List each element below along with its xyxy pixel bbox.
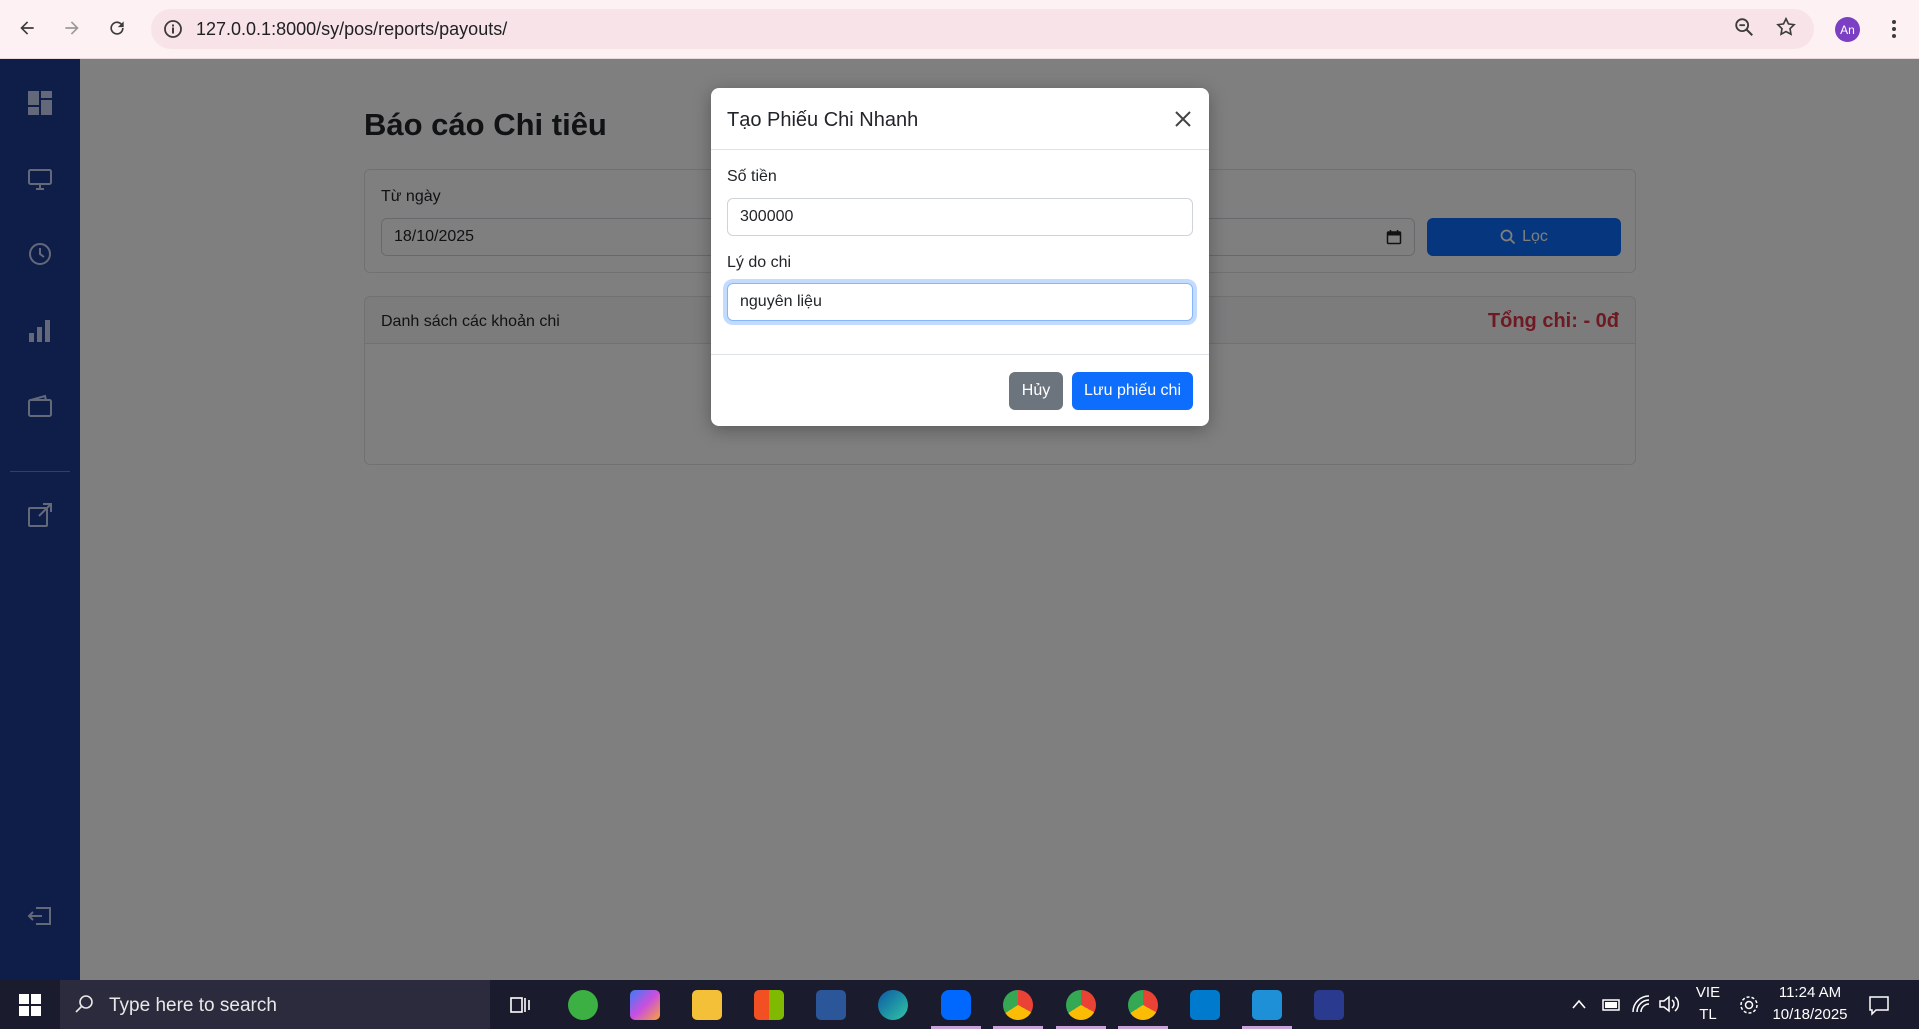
wifi-icon[interactable] xyxy=(1631,994,1653,1014)
start-button[interactable] xyxy=(0,980,60,1029)
browser-toolbar: 127.0.0.1:8000/sy/pos/reports/payouts/ A… xyxy=(0,0,1919,59)
modal-footer: Hủy Lưu phiếu chi xyxy=(711,354,1209,426)
modal-title: Tạo Phiếu Chi Nhanh xyxy=(727,109,919,131)
clock-date[interactable]: 10/18/2025 xyxy=(1770,1006,1850,1023)
bookmark-star-icon[interactable] xyxy=(1775,16,1797,38)
settings-gear-icon[interactable] xyxy=(1738,994,1760,1016)
forward-button[interactable] xyxy=(56,12,88,44)
cancel-button[interactable]: Hủy xyxy=(1009,372,1063,410)
coccoc-app-icon[interactable] xyxy=(568,990,598,1020)
save-payout-button[interactable]: Lưu phiếu chi xyxy=(1072,372,1193,410)
clock-time[interactable]: 11:24 AM xyxy=(1770,984,1850,1001)
volume-icon[interactable] xyxy=(1657,994,1681,1014)
zoom-icon[interactable] xyxy=(1733,16,1755,38)
reason-label: Lý do chi xyxy=(727,254,792,271)
chrome-profile-v-icon[interactable] xyxy=(1128,990,1158,1020)
app-viewport: Báo cáo Chi tiêu Từ ngày 18/10/2025 Lọc … xyxy=(0,59,1919,980)
chrome-app-icon[interactable] xyxy=(1003,990,1033,1020)
address-bar[interactable]: 127.0.0.1:8000/sy/pos/reports/payouts/ xyxy=(151,9,1814,49)
vscode-app-icon[interactable] xyxy=(1190,990,1220,1020)
modal-header: Tạo Phiếu Chi Nhanh xyxy=(711,88,1209,150)
zalo-app-icon[interactable] xyxy=(941,990,971,1020)
site-info-icon[interactable] xyxy=(163,19,183,39)
input-layout[interactable]: TL xyxy=(1694,1006,1722,1023)
close-icon[interactable] xyxy=(1171,107,1195,131)
battery-plug-icon[interactable] xyxy=(1600,994,1622,1014)
reload-icon xyxy=(110,21,124,35)
chevron-up-icon[interactable] xyxy=(1571,997,1587,1011)
file-explorer-icon[interactable] xyxy=(692,990,722,1020)
windows-logo-icon xyxy=(19,993,41,1016)
amount-label: Số tiền xyxy=(727,168,777,185)
profile-avatar[interactable]: An xyxy=(1835,17,1860,42)
amount-input[interactable]: 300000 xyxy=(727,198,1193,236)
copilot-app-icon[interactable] xyxy=(630,990,660,1020)
taskbar-search-placeholder: Type here to search xyxy=(109,995,277,1016)
store-app-icon[interactable] xyxy=(754,990,784,1020)
windows-taskbar: Type here to search VIE TL 11:24 AM 10/1… xyxy=(0,980,1919,1029)
input-language[interactable]: VIE xyxy=(1694,984,1722,1001)
notifications-icon[interactable] xyxy=(1868,994,1890,1016)
browser-menu-icon[interactable] xyxy=(1884,16,1904,42)
photos-app-icon[interactable] xyxy=(1252,990,1282,1020)
arrow-left-icon xyxy=(20,21,34,35)
quick-payout-modal: Tạo Phiếu Chi Nhanh Số tiền 300000 Lý do… xyxy=(711,88,1209,426)
powershell-app-icon[interactable] xyxy=(1314,990,1344,1020)
url-text[interactable]: 127.0.0.1:8000/sy/pos/reports/payouts/ xyxy=(196,19,507,39)
search-icon xyxy=(75,995,93,1013)
edge-app-icon[interactable] xyxy=(878,990,908,1020)
arrow-right-icon xyxy=(65,21,79,35)
task-view-icon[interactable] xyxy=(505,990,535,1020)
back-button[interactable] xyxy=(11,12,43,44)
reason-input[interactable]: nguyên liệu xyxy=(727,283,1193,321)
taskbar-search[interactable]: Type here to search xyxy=(60,980,490,1029)
reload-button[interactable] xyxy=(101,12,133,44)
chrome-profile-an-icon[interactable] xyxy=(1066,990,1096,1020)
word-app-icon[interactable] xyxy=(816,990,846,1020)
